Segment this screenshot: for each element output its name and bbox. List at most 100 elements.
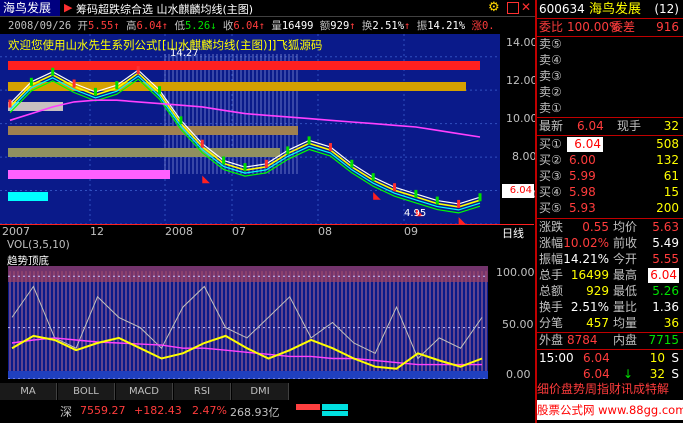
latest-value: 6.04: [577, 119, 604, 133]
date-tick: 2007: [2, 225, 30, 238]
candle: [136, 66, 140, 75]
buy-volume: 15: [663, 185, 679, 199]
candle: [435, 196, 439, 205]
outer-value: 8784: [567, 333, 598, 347]
stock-count: (12): [654, 2, 679, 16]
period-label[interactable]: 日线: [502, 225, 524, 241]
restore-icon[interactable]: [507, 2, 519, 14]
buy-price: 5.93: [569, 201, 596, 215]
stock-code: 600634: [539, 2, 585, 16]
candle: [29, 77, 33, 86]
buy-price: 6.04: [567, 137, 603, 152]
close-icon[interactable]: ✕: [521, 0, 531, 14]
candle: [307, 136, 311, 145]
sell-row: 卖④: [539, 53, 562, 67]
status-bar: 深 7559.27 +182.43 2.47% 268.93亿: [0, 401, 540, 423]
indicator-title[interactable]: 筹码超跌综合选 山水麒麟均线(主图): [76, 1, 253, 17]
tick-volume: 10: [649, 351, 665, 365]
stat-label: 最高: [613, 268, 638, 282]
price-axis: 14.00 12.00 10.00 8.00 6.00 6.04: [500, 34, 538, 224]
stat-value: 36: [663, 316, 679, 330]
buy-row: 买② 6.00 132: [539, 153, 681, 168]
stat-value: 5.26: [652, 284, 679, 298]
stat-value: 5.55: [652, 252, 679, 266]
divider: [537, 349, 683, 350]
tab-macd[interactable]: MACD: [116, 383, 173, 400]
tick-price: 6.04: [583, 367, 610, 381]
index-pct: 2.47%: [192, 404, 227, 417]
zone-bar: [8, 82, 466, 91]
stat-value: 0.55: [582, 220, 609, 234]
stat-label: 总额: [539, 284, 564, 298]
formula-banner: 欢迎您使用山水先生系列公式[[山水麒麟均线(主图)]]飞狐源码: [8, 38, 323, 52]
tick-volume: 32: [649, 367, 665, 381]
bid-ratio-label: 委比: [539, 20, 564, 34]
buy-row: 买③ 5.99 61: [539, 169, 681, 184]
stock-name-tab[interactable]: 海鸟发展: [0, 0, 60, 16]
stat-value: 457: [586, 316, 609, 330]
candle: [328, 143, 332, 152]
candle: [200, 139, 204, 148]
buy-label: 买②: [539, 153, 562, 167]
tab-rsi[interactable]: RSI: [174, 383, 231, 400]
open-value: 5.55: [88, 20, 114, 32]
stat-value: 2.51%: [570, 300, 609, 314]
candle: [393, 183, 397, 192]
divider: [537, 218, 683, 219]
date-tick: 12: [90, 225, 104, 238]
candle: [93, 87, 97, 96]
stat-row: 总额 929 最低 5.26: [539, 284, 681, 299]
date-tick: 09: [404, 225, 418, 238]
market-bar-down: [322, 404, 348, 410]
candle: [478, 193, 482, 202]
high-label: 高: [126, 20, 137, 32]
candle: [350, 159, 354, 168]
date-tick: 08: [318, 225, 332, 238]
zone-bar: [8, 170, 170, 179]
divider: [537, 117, 683, 118]
buy-row: 买④ 5.98 15: [539, 185, 681, 200]
stat-value: 5.63: [652, 220, 679, 234]
up-arrow-icon: ↑: [349, 20, 356, 32]
close-label: 收: [222, 20, 234, 32]
chart-topbar: 海鸟发展 ▶ 筹码超跌综合选 山水麒麟均线(主图) ⚙ ✕: [0, 0, 535, 17]
gear-icon[interactable]: ⚙: [488, 0, 500, 15]
amplitude-label: 振: [416, 20, 428, 32]
main-price-chart[interactable]: ◣ ◣ ◣ ◣ 14.27 4.95: [0, 34, 500, 227]
quote-panel: 600634 海鸟发展 (12) 委比 100.00% 委差 916 卖⑤ 卖④…: [535, 0, 683, 423]
amount-label: 额: [319, 20, 331, 32]
up-arrow-icon: ↑: [404, 20, 411, 32]
stat-label: 今开: [613, 252, 638, 266]
candle: [414, 189, 418, 198]
stat-row: 总手 16499 最高 6.04: [539, 268, 681, 283]
up-arrow-icon: ↑: [161, 20, 169, 32]
index-change: +182.43: [134, 404, 182, 417]
buy-volume: 61: [663, 169, 679, 183]
stat-label: 涨幅: [539, 236, 564, 250]
buy-volume: 200: [656, 201, 679, 215]
tick-price: 6.04: [583, 351, 610, 365]
sub-indicator-chart[interactable]: [8, 266, 488, 380]
volume-value: 16499: [281, 20, 314, 32]
sub-axis: 100.00 50.00 0.00: [490, 260, 535, 381]
stat-value: 14.21%: [563, 252, 609, 266]
date-tick: 07: [232, 225, 246, 238]
bottom-zone: [8, 371, 488, 379]
low-value: 5.26: [184, 20, 211, 32]
buy-label: 买④: [539, 185, 562, 199]
inner-value: 7715: [648, 333, 679, 347]
detail-menu[interactable]: 细价盘势周指财讯成特解: [537, 382, 683, 397]
tab-ma[interactable]: MA: [0, 383, 57, 400]
tab-dmi[interactable]: DMI: [232, 383, 289, 400]
tab-boll[interactable]: BOLL: [58, 383, 115, 400]
zone-bar: [8, 192, 48, 201]
tick-time: 15:00: [539, 351, 574, 365]
sell-row: 卖⑤: [539, 37, 562, 51]
zone-bar: [8, 148, 280, 157]
stat-row: 振幅 14.21% 今开 5.55: [539, 252, 681, 267]
candle: [51, 67, 55, 76]
sub-tick: 50.00: [502, 318, 534, 331]
candle: [286, 146, 290, 155]
stat-label: 量比: [613, 300, 638, 314]
buy-label: 买①: [539, 137, 562, 151]
